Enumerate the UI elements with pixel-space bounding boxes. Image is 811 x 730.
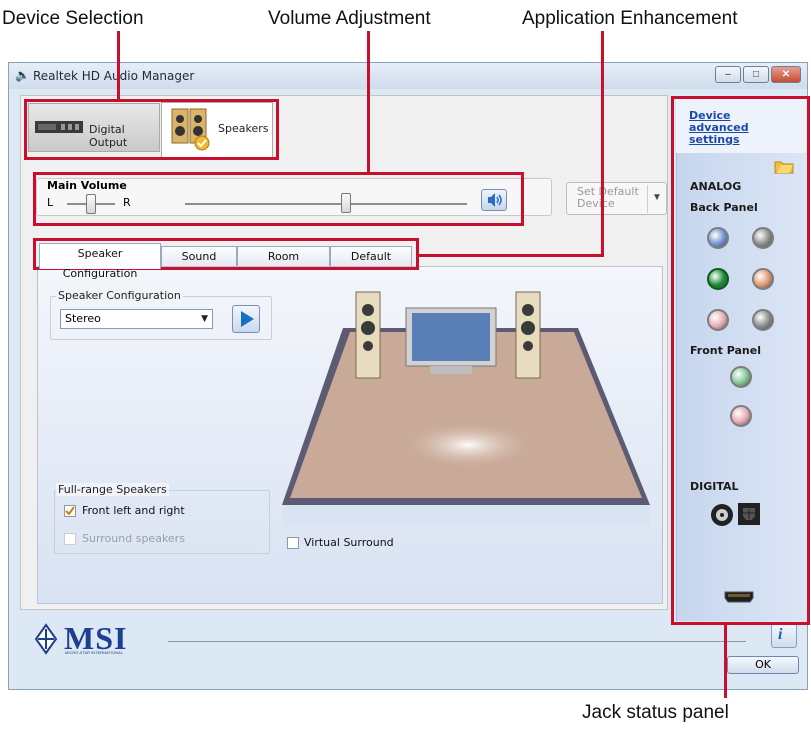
leader-application-enhancement-vertical (601, 31, 604, 257)
leader-volume-adjustment (367, 31, 370, 172)
leader-device-selection (117, 31, 120, 99)
front-left-right-checkbox[interactable] (64, 505, 76, 517)
info-button[interactable]: i (771, 622, 797, 648)
surround-speakers-label: Surround speakers (82, 532, 185, 545)
dropdown-arrow-icon[interactable]: ▼ (652, 192, 662, 203)
leader-application-enhancement-horizontal (419, 254, 604, 257)
virtual-surround-checkbox[interactable] (287, 537, 299, 549)
set-default-device-button[interactable]: Set Default Device ▼ (566, 182, 667, 215)
callout-application-enhancement: Application Enhancement (522, 8, 738, 29)
title-bar: 🔈 Realtek HD Audio Manager – □ ✕ (9, 63, 807, 89)
speaker-configuration-value: Stereo (65, 312, 101, 325)
close-button[interactable]: ✕ (771, 66, 801, 83)
ok-button[interactable]: OK (727, 656, 799, 674)
callout-device-selection: Device Selection (2, 8, 144, 29)
speaker-configuration-select[interactable]: Stereo ▼ (60, 309, 213, 329)
front-left-right-label: Front left and right (82, 504, 185, 517)
tab-speaker-configuration[interactable]: Speaker Configuration (39, 243, 161, 280)
callout-jack-status-panel: Jack status panel (582, 702, 729, 723)
chevron-down-icon: ▼ (201, 314, 208, 324)
maximize-button[interactable]: □ (743, 66, 769, 83)
room-illustration (282, 291, 650, 526)
set-default-device-label: Set Default Device (577, 185, 639, 210)
msi-brand-sub: MICRO-STAR INTERNATIONAL (65, 650, 123, 655)
msi-logo: MSI MICRO-STAR INTERNATIONAL (34, 620, 154, 656)
checkmark-icon (65, 506, 75, 516)
jack-status-panel-highlight (671, 96, 810, 625)
split-divider (647, 185, 648, 213)
window-title: Realtek HD Audio Manager (33, 69, 195, 83)
surround-speakers-checkbox[interactable] (64, 533, 76, 545)
speaker-app-icon: 🔈 (15, 68, 30, 82)
speaker-configuration-label: Speaker Configuration (56, 289, 183, 302)
play-icon (239, 310, 255, 328)
full-range-speakers-label: Full-range Speakers (56, 483, 169, 496)
device-selection-highlight (24, 99, 279, 160)
leader-jack-status-panel (724, 625, 727, 698)
callout-volume-adjustment: Volume Adjustment (268, 8, 431, 29)
virtual-surround-label: Virtual Surround (304, 536, 394, 549)
footer-divider (168, 641, 746, 642)
info-icon: i (778, 626, 783, 643)
volume-adjustment-highlight (33, 172, 524, 226)
minimize-button[interactable]: – (715, 66, 741, 83)
play-test-button[interactable] (232, 305, 260, 333)
